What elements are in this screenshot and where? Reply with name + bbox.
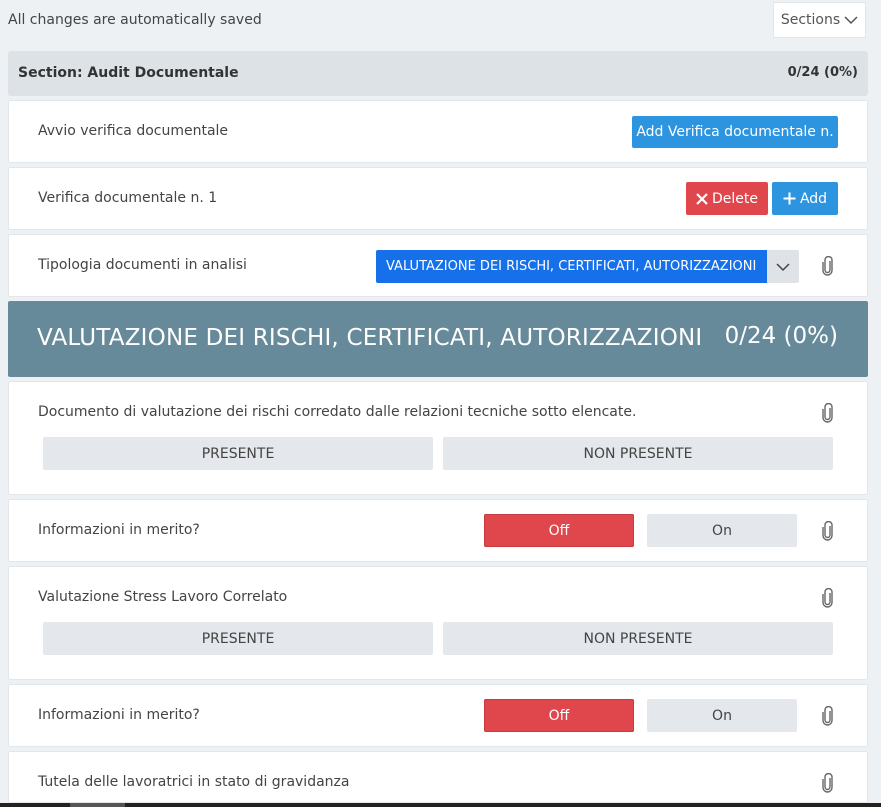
close-icon bbox=[696, 192, 708, 205]
tipologia-select-toggle[interactable] bbox=[767, 250, 799, 283]
plus-icon bbox=[783, 192, 796, 205]
non-presente-option[interactable]: NON PRESENTE bbox=[443, 437, 833, 470]
avvio-verifica-label: Avvio verifica documentale bbox=[38, 123, 229, 139]
top-bar: All changes are automatically saved Sect… bbox=[0, 0, 881, 40]
paperclip-icon[interactable] bbox=[821, 706, 835, 726]
paperclip-icon[interactable] bbox=[821, 773, 835, 793]
tipologia-select-value[interactable]: VALUTAZIONE DEI RISCHI, CERTIFICATI, AUT… bbox=[376, 250, 767, 283]
delete-button[interactable]: Delete bbox=[686, 182, 768, 215]
tipologia-select[interactable]: VALUTAZIONE DEI RISCHI, CERTIFICATI, AUT… bbox=[376, 250, 799, 283]
tipologia-label: Tipologia documenti in analisi bbox=[38, 257, 247, 273]
sections-dropdown-button[interactable]: Sections bbox=[773, 2, 866, 38]
section-score: 0/24 (0%) bbox=[787, 65, 858, 80]
question-card: Documento di valutazione dei rischi corr… bbox=[8, 381, 868, 495]
verifica-row: Verifica documentale n. 1 Delete Add bbox=[8, 167, 868, 230]
section-title: Section: Audit Documentale bbox=[18, 65, 239, 81]
sections-label: Sections bbox=[780, 12, 841, 28]
add-button[interactable]: Add bbox=[772, 182, 838, 215]
off-toggle-button[interactable]: Off bbox=[484, 699, 634, 732]
question-label: Informazioni in merito? bbox=[38, 522, 200, 538]
question-label: Valutazione Stress Lavoro Correlato bbox=[38, 589, 288, 605]
paperclip-icon[interactable] bbox=[821, 403, 835, 423]
question-label: Documento di valutazione dei rischi corr… bbox=[38, 404, 637, 420]
question-label: Tutela delle lavoratrici in stato di gra… bbox=[38, 774, 350, 790]
question-card: Informazioni in merito? Off On bbox=[8, 499, 868, 562]
question-label: Informazioni in merito? bbox=[38, 707, 200, 723]
category-banner: VALUTAZIONE DEI RISCHI, CERTIFICATI, AUT… bbox=[8, 301, 868, 377]
paperclip-icon[interactable] bbox=[821, 256, 835, 276]
add-label: Add bbox=[799, 190, 828, 207]
on-toggle-button[interactable]: On bbox=[647, 514, 797, 547]
add-verifica-button[interactable]: Add Verifica documentale n. bbox=[632, 116, 838, 148]
autosave-status: All changes are automatically saved bbox=[8, 12, 262, 28]
question-card: Informazioni in merito? Off On bbox=[8, 684, 868, 747]
presente-option[interactable]: PRESENTE bbox=[43, 437, 433, 470]
verifica-label: Verifica documentale n. 1 bbox=[38, 190, 218, 206]
question-card: Tutela delle lavoratrici in stato di gra… bbox=[8, 751, 868, 803]
horizontal-scrollbar[interactable] bbox=[0, 803, 881, 807]
category-title: VALUTAZIONE DEI RISCHI, CERTIFICATI, AUT… bbox=[37, 325, 703, 351]
scrollbar-thumb[interactable] bbox=[70, 803, 125, 807]
paperclip-icon[interactable] bbox=[821, 521, 835, 541]
tipologia-row: Tipologia documenti in analisi VALUTAZIO… bbox=[8, 234, 868, 297]
avvio-verifica-row: Avvio verifica documentale Add Verifica … bbox=[8, 100, 868, 163]
section-header: Section: Audit Documentale 0/24 (0%) bbox=[8, 51, 868, 96]
chevron-down-icon bbox=[776, 262, 790, 271]
chevron-down-icon bbox=[844, 16, 858, 25]
delete-label: Delete bbox=[712, 190, 758, 207]
non-presente-option[interactable]: NON PRESENTE bbox=[443, 622, 833, 655]
presente-option[interactable]: PRESENTE bbox=[43, 622, 433, 655]
off-toggle-button[interactable]: Off bbox=[484, 514, 634, 547]
category-score: 0/24 (0%) bbox=[724, 323, 838, 349]
on-toggle-button[interactable]: On bbox=[647, 699, 797, 732]
question-card: Valutazione Stress Lavoro Correlato PRES… bbox=[8, 566, 868, 680]
paperclip-icon[interactable] bbox=[821, 588, 835, 608]
